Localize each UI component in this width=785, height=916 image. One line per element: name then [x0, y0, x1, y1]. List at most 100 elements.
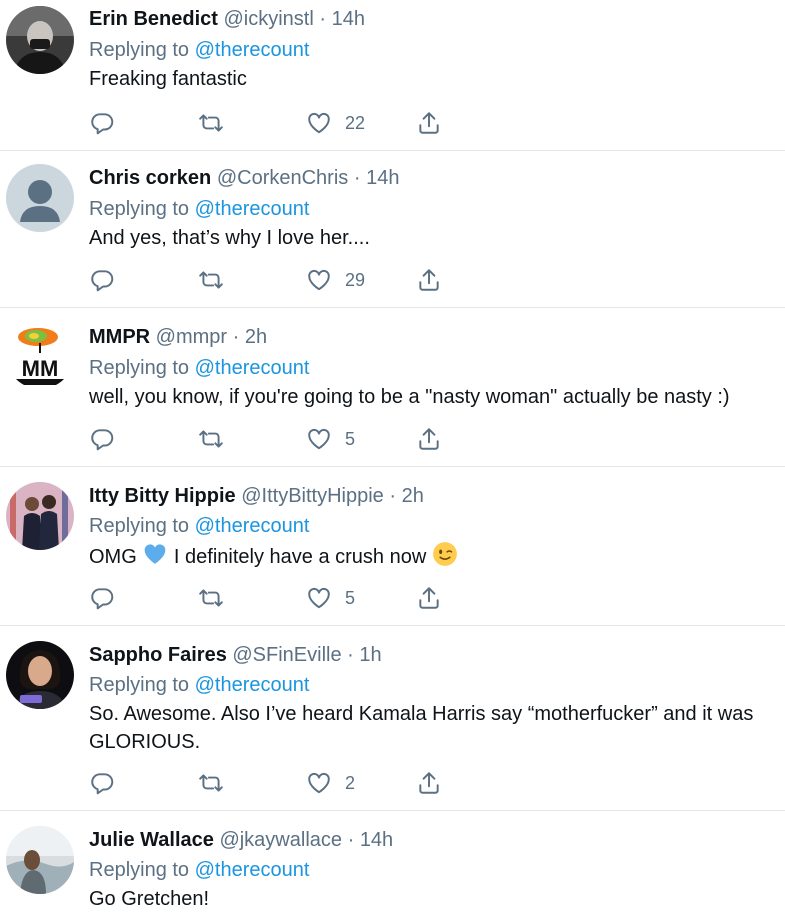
blue-heart-emoji	[142, 541, 168, 567]
tweet-text-start: OMG	[89, 546, 137, 568]
reply-button[interactable]	[89, 768, 115, 798]
retweet-button[interactable]	[198, 424, 224, 454]
mention-link[interactable]: @therecount	[195, 198, 310, 220]
like-button[interactable]: 5	[306, 583, 355, 613]
reply-icon	[91, 773, 114, 795]
reply-icon	[91, 113, 114, 135]
retweet-button[interactable]	[198, 583, 224, 613]
replying-to-label: Replying to	[89, 198, 190, 220]
action-bar: 2	[0, 768, 785, 798]
like-button[interactable]: 22	[306, 108, 365, 138]
reply-button[interactable]	[89, 424, 115, 454]
like-heart-icon	[308, 587, 330, 609]
share-button[interactable]	[416, 768, 442, 798]
reply-button[interactable]	[89, 583, 115, 613]
like-count: 29	[345, 269, 366, 290]
replying-to: Replying to @therecount	[89, 196, 309, 222]
photo-avatar-image	[6, 826, 74, 894]
share-icon	[419, 587, 439, 609]
share-icon	[419, 269, 439, 291]
retweet-icon	[199, 774, 223, 792]
mention-link[interactable]: @therecount	[195, 515, 310, 537]
replying-to: Replying to @therecount	[89, 355, 309, 381]
separator: ·	[353, 167, 361, 189]
winking-face-emoji	[432, 541, 458, 567]
reply-button[interactable]	[89, 108, 115, 138]
tweet-text: So. Awesome. Also I’ve heard Kamala Harr…	[89, 703, 754, 753]
avatar[interactable]	[6, 482, 74, 550]
user-handle[interactable]: @IttyBittyHippie	[241, 485, 384, 507]
like-count: 22	[345, 112, 366, 133]
timestamp[interactable]: 1h	[359, 644, 381, 666]
retweet-icon	[199, 114, 223, 132]
tweet-text: And yes, that’s why I love her....	[89, 227, 370, 249]
tweet-header: Erin Benedict @ickyinstl · 14h	[89, 6, 365, 32]
mention-link[interactable]: @therecount	[195, 357, 310, 379]
photo-avatar-image	[6, 641, 74, 709]
mention-link[interactable]: @therecount	[195, 674, 310, 696]
reply-icon	[91, 588, 114, 610]
mmpr-logo-text: MM	[22, 356, 59, 381]
like-button[interactable]: 29	[306, 265, 365, 295]
user-handle[interactable]: @mmpr	[156, 326, 227, 348]
action-bar: 29	[0, 265, 785, 295]
user-handle[interactable]: @CorkenChris	[217, 167, 348, 189]
share-button[interactable]	[416, 424, 442, 454]
like-count: 5	[345, 587, 356, 608]
like-button[interactable]: 2	[306, 768, 355, 798]
tweet-header: Itty Bitty Hippie @IttyBittyHippie · 2h	[89, 483, 424, 509]
like-heart-icon	[308, 772, 330, 794]
like-heart-icon	[308, 428, 330, 450]
tweet-text: Go Gretchen!	[89, 888, 210, 910]
avatar[interactable]: MM	[6, 321, 74, 389]
avatar[interactable]	[6, 6, 74, 74]
timestamp[interactable]: 2h	[245, 326, 267, 348]
display-name[interactable]: Erin Benedict	[89, 8, 218, 30]
separator: ·	[347, 644, 354, 666]
reply-icon	[91, 270, 114, 292]
share-button[interactable]	[416, 583, 442, 613]
timestamp[interactable]: 14h	[366, 167, 399, 189]
mention-link[interactable]: @therecount	[195, 859, 310, 881]
user-handle[interactable]: @jkaywallace	[219, 829, 342, 851]
display-name[interactable]: Julie Wallace	[89, 829, 214, 851]
share-button[interactable]	[416, 265, 442, 295]
mmpr-logo-avatar: MM	[6, 321, 74, 389]
replying-to-label: Replying to	[89, 674, 190, 696]
user-handle[interactable]: @ickyinstl	[223, 8, 313, 30]
reply-button[interactable]	[89, 265, 115, 295]
retweet-button[interactable]	[198, 265, 224, 295]
display-name[interactable]: MMPR	[89, 326, 150, 348]
replying-to-label: Replying to	[89, 357, 190, 379]
like-count: 2	[345, 772, 356, 793]
timestamp[interactable]: 14h	[360, 829, 393, 851]
timestamp[interactable]: 14h	[332, 8, 365, 30]
user-handle[interactable]: @SFinEville	[232, 644, 341, 666]
separator: ·	[319, 8, 327, 30]
avatar[interactable]	[6, 826, 74, 894]
timestamp[interactable]: 2h	[402, 485, 424, 507]
share-button[interactable]	[416, 108, 442, 138]
share-icon	[419, 772, 439, 794]
photo-avatar-image	[6, 482, 74, 550]
share-icon	[419, 428, 439, 450]
replying-to: Replying to @therecount	[89, 513, 309, 539]
display-name[interactable]: Sappho Faires	[89, 644, 227, 666]
like-button[interactable]: 5	[306, 424, 355, 454]
like-heart-icon	[308, 112, 330, 134]
display-name[interactable]: Chris corken	[89, 167, 211, 189]
avatar[interactable]	[6, 164, 74, 232]
separator: ·	[389, 485, 397, 507]
replying-to: Replying to @therecount	[89, 37, 309, 63]
retweet-button[interactable]	[198, 108, 224, 138]
avatar[interactable]	[6, 641, 74, 709]
tweet-text-end: I definitely have a crush now	[173, 546, 427, 568]
retweet-button[interactable]	[198, 768, 224, 798]
divider	[0, 466, 785, 467]
default-avatar-image	[6, 164, 74, 232]
divider	[0, 625, 785, 626]
mention-link[interactable]: @therecount	[195, 39, 310, 61]
tweet-text: OMG I definitely have a crush now	[89, 541, 785, 571]
display-name[interactable]: Itty Bitty Hippie	[89, 485, 236, 507]
tweet-header: Chris corken @CorkenChris · 14h	[89, 165, 399, 191]
